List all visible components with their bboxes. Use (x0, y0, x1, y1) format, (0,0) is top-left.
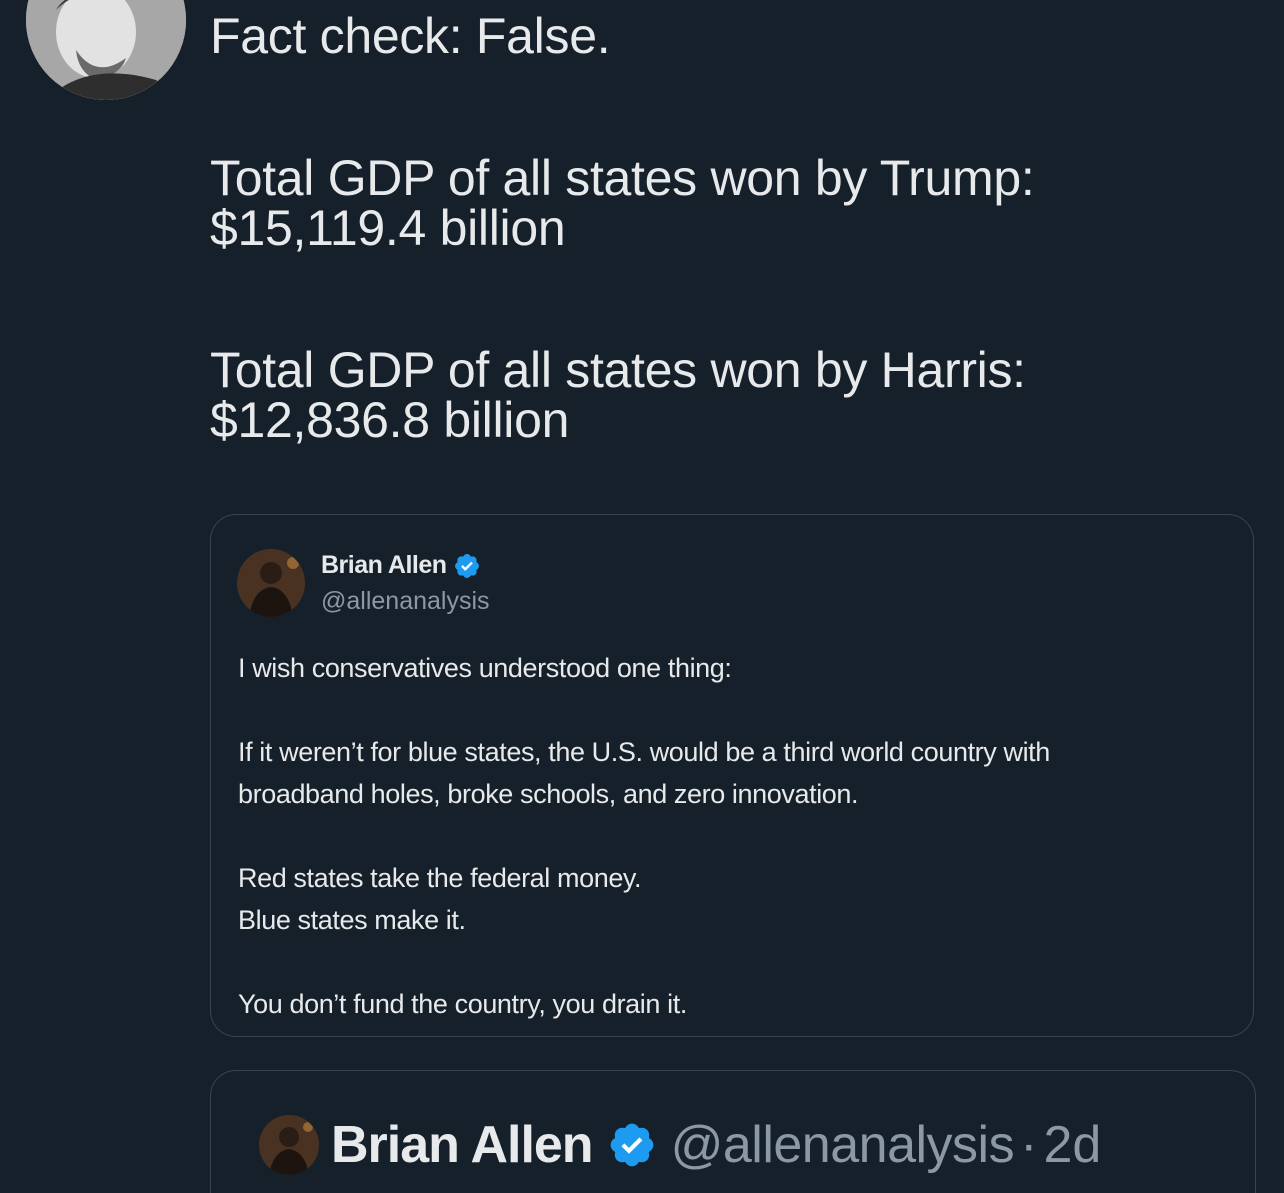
second-author-name[interactable]: Brian Allen (331, 1115, 594, 1175)
quoted-line-3: broadband holes, broke schools, and zero… (238, 779, 859, 809)
quoted-author-avatar[interactable] (237, 549, 305, 617)
second-quoted-card[interactable]: Brian Allen @allenanalysis · 2d (210, 1070, 1256, 1193)
quoted-author-row: Brian Allen (321, 551, 481, 580)
quoted-line-5: Blue states make it. (238, 905, 466, 935)
separator-dot: · (1020, 1116, 1038, 1174)
tweet-line-4: Total GDP of all states won by Harris: (210, 342, 1026, 398)
verified-badge-icon (610, 1123, 653, 1167)
tweet-line-3: $15,119.4 billion (210, 200, 566, 256)
quoted-tweet-body: I wish conservatives understood one thin… (238, 647, 1228, 1025)
verified-badge-icon (454, 553, 479, 578)
quoted-line-1: I wish conservatives understood one thin… (238, 653, 732, 683)
second-author-avatar-image (259, 1115, 319, 1175)
second-author-handle[interactable]: @allenanalysis (671, 1115, 1015, 1175)
post-timestamp[interactable]: 2d (1043, 1115, 1101, 1175)
tweet-text: Fact check: False. Total GDP of all stat… (210, 10, 1250, 446)
quoted-tweet-card[interactable]: Brian Allen @allenanalysis I wish conser… (210, 514, 1254, 1037)
tweet-line-1: Fact check: False. (210, 8, 611, 64)
second-card-header: Brian Allen @allenanalysis · 2d (259, 1115, 1101, 1175)
quoted-line-4: Red states take the federal money. (238, 863, 642, 893)
quoted-author-handle[interactable]: @allenanalysis (321, 587, 490, 616)
second-author-avatar[interactable] (259, 1115, 319, 1175)
author-avatar-image (26, 0, 186, 100)
quoted-author-avatar-image (237, 549, 305, 617)
author-avatar[interactable] (26, 0, 186, 100)
quoted-line-2: If it weren’t for blue states, the U.S. … (238, 737, 1050, 767)
quoted-author-name[interactable]: Brian Allen (321, 551, 447, 580)
quoted-line-6: You don’t fund the country, you drain it… (238, 989, 687, 1019)
tweet-line-5: $12,836.8 billion (210, 392, 570, 448)
tweet-line-2: Total GDP of all states won by Trump: (210, 150, 1035, 206)
